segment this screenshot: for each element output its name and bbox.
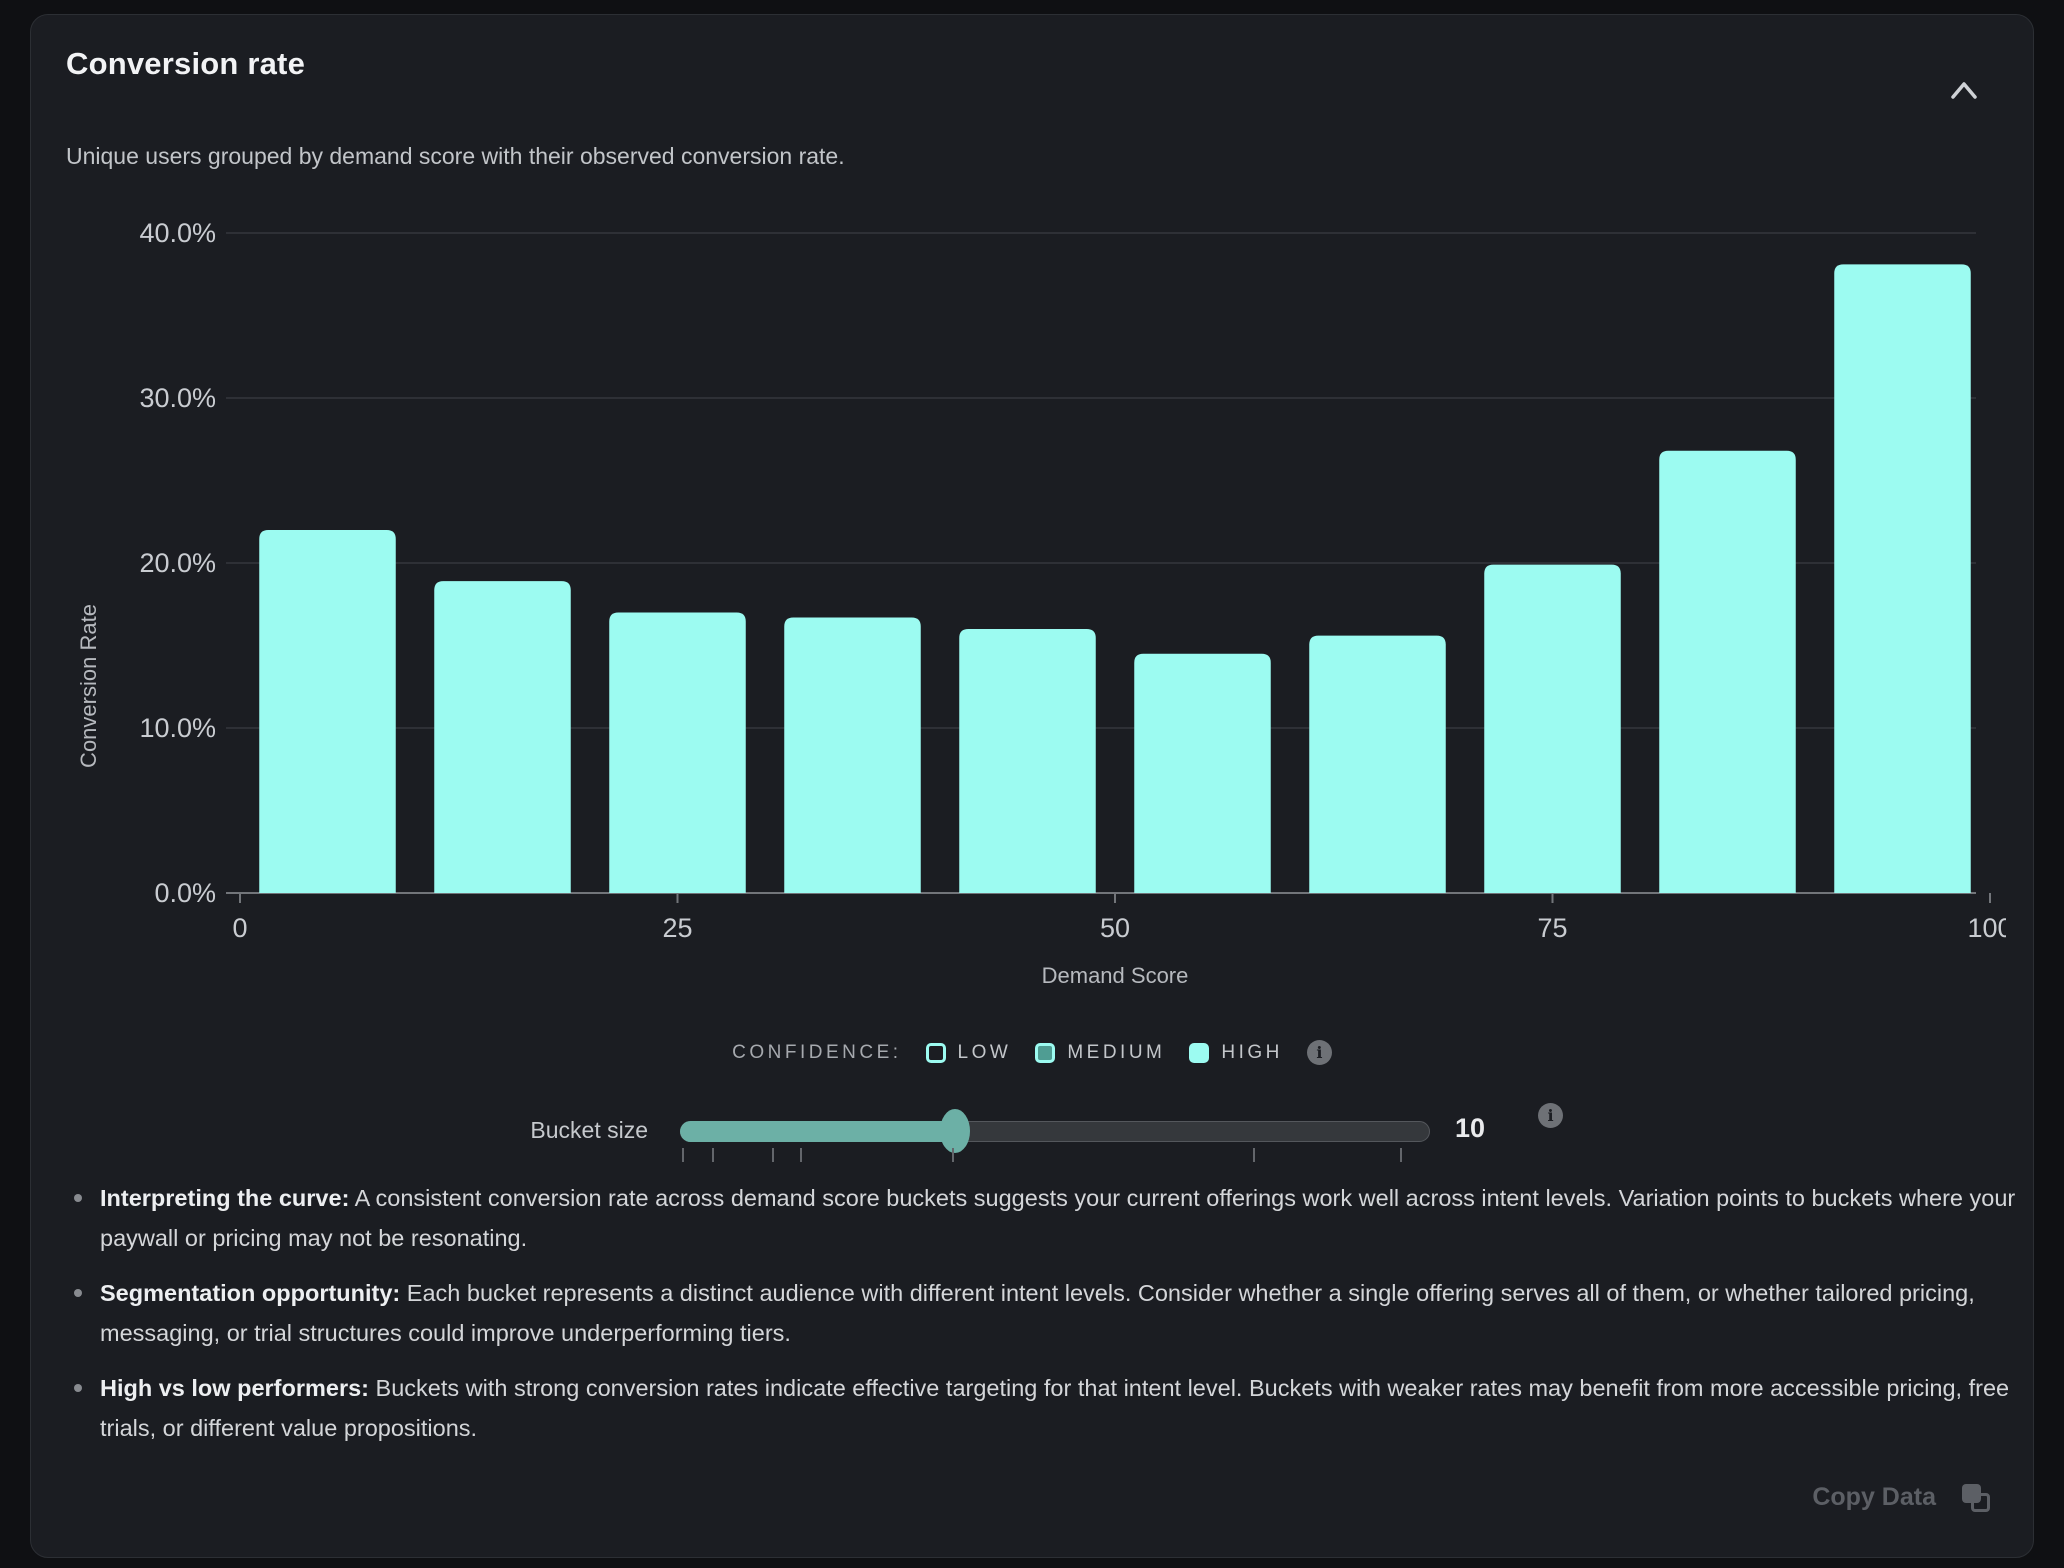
copy-data-button[interactable]: Copy Data <box>1812 1483 1990 1512</box>
legend-item-label: HIGH <box>1221 1042 1283 1064</box>
svg-text:Conversion Rate: Conversion Rate <box>76 604 101 768</box>
confidence-info-icon[interactable]: i <box>1307 1040 1332 1065</box>
svg-text:0.0%: 0.0% <box>154 878 216 908</box>
bucket-size-slider-fill <box>680 1121 955 1142</box>
note-interpreting: Interpreting the curve: A consistent con… <box>66 1178 2016 1258</box>
svg-text:75: 75 <box>1537 913 1567 943</box>
bar-0-10 <box>259 530 396 893</box>
bar-90-100 <box>1834 264 1971 893</box>
note-segmentation: Segmentation opportunity: Each bucket re… <box>66 1273 2016 1353</box>
svg-text:30.0%: 30.0% <box>139 383 216 413</box>
conversion-rate-panel: Conversion rate Unique users grouped by … <box>0 0 2064 1568</box>
legend-item-low[interactable]: LOW <box>926 1042 1012 1064</box>
legend-item-label: LOW <box>958 1042 1012 1064</box>
legend-title: CONFIDENCE: <box>732 1042 901 1064</box>
bucket-size-label: Bucket size <box>380 1117 648 1144</box>
legend-item-medium[interactable]: MEDIUM <box>1035 1042 1165 1064</box>
svg-text:25: 25 <box>662 913 692 943</box>
bullet-icon <box>74 1384 82 1392</box>
bucket-size-value: 10 <box>1455 1113 1485 1144</box>
bar-70-80 <box>1484 565 1621 893</box>
high-confidence-swatch-icon <box>1189 1043 1209 1063</box>
bar-80-90 <box>1659 451 1796 893</box>
svg-text:10.0%: 10.0% <box>139 713 216 743</box>
bar-30-40 <box>784 617 921 893</box>
bar-20-30 <box>609 613 746 894</box>
bullet-icon <box>74 1289 82 1297</box>
conversion-chart: 0.0% 10.0% 20.0% 30.0% 40.0% 0 25 50 75 100 Conver… <box>66 196 2006 1011</box>
bar-60-70 <box>1309 636 1446 893</box>
bar-50-60 <box>1134 654 1271 893</box>
note-lead: High vs low performers: <box>100 1375 369 1401</box>
insight-notes: Interpreting the curve: A consistent con… <box>66 1178 2016 1463</box>
svg-text:20.0%: 20.0% <box>139 548 216 578</box>
note-performers: High vs low performers: Buckets with str… <box>66 1368 2016 1448</box>
legend-item-label: MEDIUM <box>1067 1042 1165 1064</box>
legend-item-high[interactable]: HIGH <box>1189 1042 1283 1064</box>
svg-text:40.0%: 40.0% <box>139 218 216 248</box>
copy-icon <box>1962 1484 1990 1512</box>
bar-40-50 <box>959 629 1096 893</box>
svg-text:50: 50 <box>1100 913 1130 943</box>
bucket-size-info-icon[interactable]: i <box>1538 1103 1563 1128</box>
low-confidence-swatch-icon <box>926 1043 946 1063</box>
confidence-legend: CONFIDENCE: LOW MEDIUM HIGH i <box>0 1040 2064 1065</box>
copy-data-label: Copy Data <box>1812 1483 1936 1512</box>
note-lead: Segmentation opportunity: <box>100 1280 400 1306</box>
bar-10-20 <box>434 581 571 893</box>
note-body: Buckets with strong conversion rates ind… <box>100 1375 2009 1441</box>
page-title: Conversion rate <box>66 46 305 82</box>
chart-subtitle: Unique users grouped by demand score wit… <box>66 143 845 170</box>
medium-confidence-swatch-icon <box>1035 1043 1055 1063</box>
bullet-icon <box>74 1194 82 1202</box>
svg-text:0: 0 <box>232 913 247 943</box>
svg-text:100: 100 <box>1967 913 2006 943</box>
note-lead: Interpreting the curve: <box>100 1185 349 1211</box>
note-body: A consistent conversion rate across dema… <box>100 1185 2015 1251</box>
svg-text:Demand Score: Demand Score <box>1042 963 1189 988</box>
chevron-up-icon <box>1946 77 1982 103</box>
collapse-button[interactable] <box>1936 66 1992 114</box>
